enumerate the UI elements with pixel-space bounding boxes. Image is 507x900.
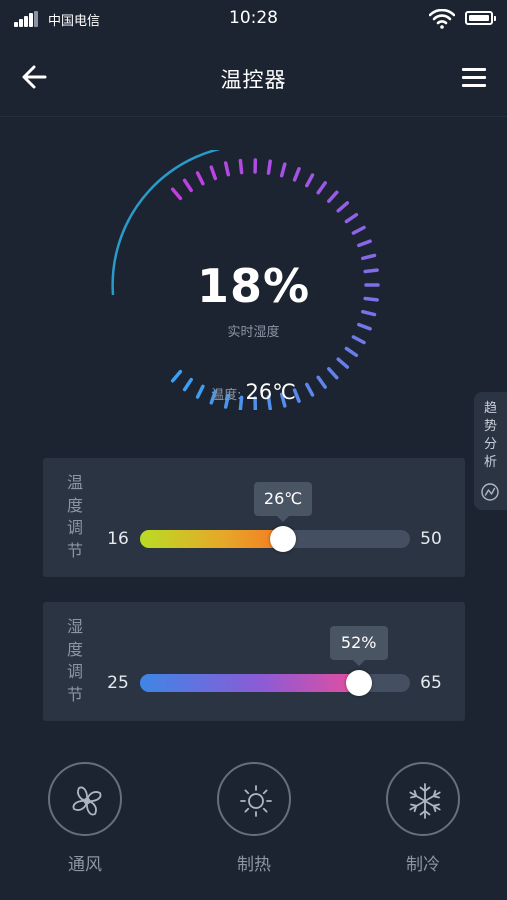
temperature-label: 温度: [211, 388, 242, 403]
gauge-tick [266, 159, 272, 175]
gauge-tick [327, 190, 339, 203]
battery-icon [465, 11, 496, 25]
humidity-adjust-label: 湿度调节 [66, 617, 83, 704]
temperature-max: 50 [420, 529, 442, 549]
current-temperature: 温度: 26℃ [100, 380, 407, 404]
humidity-slider-fill [140, 674, 359, 692]
wifi-icon [429, 9, 455, 29]
fan-icon [72, 786, 102, 816]
humidity-max: 65 [420, 673, 442, 693]
mode-cooling-label: 制冷 [406, 855, 440, 875]
temperature-min: 16 [107, 529, 129, 549]
gauge-tick [182, 178, 193, 193]
gauge-tick [238, 158, 244, 175]
trend-icon [481, 483, 499, 501]
temperature-adjust-label: 温度调节 [66, 473, 83, 560]
temperature-value: 26℃ [245, 380, 296, 404]
humidity-value-tooltip: 52% [329, 626, 388, 666]
mode-cooling-button[interactable]: 制冷 [385, 762, 461, 875]
nav-bar: 温控器 [0, 38, 507, 117]
gauge-tick [327, 367, 339, 380]
snowflake-icon [409, 783, 441, 819]
gauge-label: 实时湿度 [227, 325, 280, 340]
humidity-slider-thumb[interactable] [345, 670, 372, 696]
trend-analysis-tab[interactable]: 趋势分析 [474, 392, 507, 510]
gauge-tick [336, 357, 350, 369]
mode-cooling-circle [386, 762, 460, 836]
gauge-value: 18% [196, 259, 311, 313]
menu-icon[interactable] [462, 68, 486, 88]
temperature-slider-fill [140, 530, 284, 548]
mode-ventilation-button[interactable]: 通风 [47, 762, 123, 875]
gauge-tick [305, 173, 315, 188]
trend-analysis-label: 趋势分析 [483, 401, 497, 470]
page-title: 温控器 [220, 68, 287, 92]
temperature-slider-track[interactable] [140, 526, 410, 552]
mode-ventilation-circle [48, 762, 122, 836]
gauge-tick [292, 167, 301, 182]
gauge-tick [357, 239, 372, 248]
mode-heating-label: 制热 [237, 855, 271, 875]
temperature-value-tooltip: 26℃ [254, 482, 313, 522]
gauge-tick [279, 162, 287, 178]
gauge-tick [336, 201, 350, 213]
gauge-tick [361, 253, 377, 261]
gauge-tick [344, 346, 359, 358]
gauge-tick [223, 161, 231, 177]
status-bar: 中国电信 10:28 [0, 0, 507, 38]
humidity-adjust-panel: 湿度调节 25 52% 65 [43, 602, 465, 721]
mode-heating-button[interactable]: 制热 [216, 762, 292, 875]
mode-ventilation-label: 通风 [68, 855, 102, 875]
sun-icon [240, 785, 272, 817]
gauge-tick [316, 181, 327, 195]
mode-heating-circle [217, 762, 291, 836]
gauge-tick [195, 171, 205, 186]
gauge-tick [344, 212, 359, 224]
humidity-min: 25 [107, 673, 129, 693]
temperature-slider-thumb[interactable] [270, 526, 297, 552]
gauge-tick [170, 187, 183, 201]
humidity-slider-track[interactable] [140, 670, 410, 696]
gauge-tick [209, 165, 218, 181]
temperature-adjust-panel: 温度调节 16 26℃ 50 [43, 458, 465, 577]
gauge-tick [351, 225, 366, 235]
